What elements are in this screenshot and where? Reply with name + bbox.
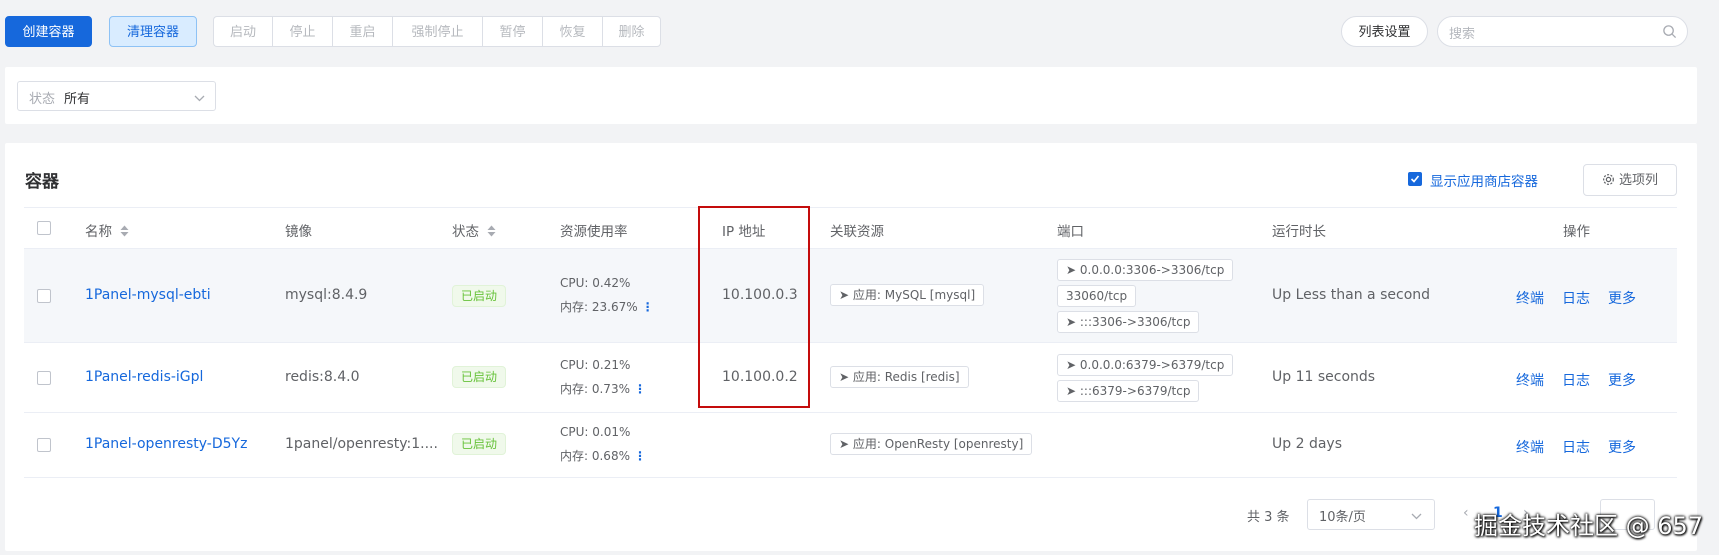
show-app-store-checkbox[interactable] xyxy=(1408,172,1422,186)
navigation-arrow-icon: ➤ xyxy=(1066,263,1077,277)
chevron-down-icon xyxy=(1411,509,1422,524)
navigation-arrow-icon: ➤ xyxy=(839,437,850,451)
row-checkbox[interactable] xyxy=(37,289,51,303)
chevron-down-icon xyxy=(194,91,205,106)
select-all-checkbox[interactable] xyxy=(37,221,51,235)
prune-containers-button[interactable]: 清理容器 xyxy=(109,16,197,47)
kill-button[interactable]: 强制停止 xyxy=(392,16,482,47)
page-size-value: 10条/页 xyxy=(1319,510,1366,525)
watermark: 掘金技术社区 @ 657 xyxy=(1474,512,1704,540)
uptime: Up 11 seconds xyxy=(1272,369,1376,385)
port-tag[interactable]: ➤ 0.0.0.0:6379->6379/tcp xyxy=(1057,354,1234,376)
column-settings-button[interactable]: 列表设置 xyxy=(1341,16,1428,47)
sort-icon[interactable] xyxy=(487,225,496,241)
container-image: 1panel/openresty:1.... xyxy=(285,436,438,452)
search-placeholder: 搜索 xyxy=(1449,27,1476,42)
th-resource: 资源使用率 xyxy=(560,224,628,240)
more-link[interactable]: 更多 xyxy=(1608,288,1636,308)
status-badge[interactable]: 已启动 xyxy=(452,366,507,388)
panel-title: 容器 xyxy=(25,172,59,192)
row-checkbox[interactable] xyxy=(37,371,51,385)
show-app-store-label[interactable]: 显示应用商店容器 xyxy=(1430,170,1538,190)
navigation-arrow-icon: ➤ xyxy=(1066,358,1077,372)
filter-card xyxy=(5,67,1697,124)
stop-button[interactable]: 停止 xyxy=(272,16,332,47)
mem-usage: 内存: 0.68% ⋮ xyxy=(560,449,646,463)
uptime: Up Less than a second xyxy=(1272,287,1431,303)
port-tag[interactable]: ➤ :::3306->3306/tcp xyxy=(1057,311,1200,333)
delete-button[interactable]: 删除 xyxy=(602,16,661,47)
mem-usage: 内存: 23.67% ⋮ xyxy=(560,300,654,314)
container-name-link[interactable]: 1Panel-openresty-D5Yz xyxy=(85,436,247,452)
ip-column-highlight-box xyxy=(698,206,810,408)
select-columns-button[interactable]: 选项列 xyxy=(1583,164,1677,196)
search-input[interactable]: 搜索 xyxy=(1437,16,1688,47)
page-size-select[interactable]: 10条/页 xyxy=(1307,499,1435,530)
more-vertical-icon[interactable]: ⋮ xyxy=(634,449,646,463)
related-resource-tag[interactable]: ➤ 应用: OpenResty [openresty] xyxy=(830,433,1033,455)
related-resource-tag[interactable]: ➤ 应用: MySQL [mysql] xyxy=(830,284,985,306)
navigation-arrow-icon: ➤ xyxy=(839,370,850,384)
th-ports: 端口 xyxy=(1057,224,1084,240)
logs-link[interactable]: 日志 xyxy=(1562,437,1590,457)
terminal-link[interactable]: 终端 xyxy=(1516,370,1544,390)
table-header-top-divider xyxy=(24,207,1677,208)
restart-button[interactable]: 重启 xyxy=(332,16,392,47)
th-related: 关联资源 xyxy=(830,224,884,240)
start-button[interactable]: 启动 xyxy=(213,16,272,47)
pagination-total: 共 3 条 xyxy=(1247,510,1290,525)
th-name[interactable]: 名称 xyxy=(85,220,129,241)
terminal-link[interactable]: 终端 xyxy=(1516,288,1544,308)
port-tag[interactable]: ➤ :::6379->6379/tcp xyxy=(1057,380,1200,402)
create-container-button[interactable]: 创建容器 xyxy=(5,16,92,47)
mem-usage: 内存: 0.73% ⋮ xyxy=(560,382,646,396)
navigation-arrow-icon: ➤ xyxy=(1066,384,1077,398)
navigation-arrow-icon: ➤ xyxy=(1066,315,1077,329)
more-vertical-icon[interactable]: ⋮ xyxy=(642,300,654,314)
logs-link[interactable]: 日志 xyxy=(1562,370,1590,390)
cpu-usage: CPU: 0.42% xyxy=(560,276,631,290)
status-badge[interactable]: 已启动 xyxy=(452,433,507,455)
container-image: redis:8.4.0 xyxy=(285,369,360,385)
navigation-arrow-icon: ➤ xyxy=(839,288,850,302)
status-badge[interactable]: 已启动 xyxy=(452,285,507,307)
select-columns-label: 选项列 xyxy=(1618,172,1658,187)
related-resource-tag[interactable]: ➤ 应用: Redis [redis] xyxy=(830,366,969,388)
cpu-usage: CPU: 0.21% xyxy=(560,358,631,372)
pause-button[interactable]: 暂停 xyxy=(482,16,542,47)
cpu-usage: CPU: 0.01% xyxy=(560,425,631,439)
th-state[interactable]: 状态 xyxy=(452,220,496,241)
port-tag[interactable]: ➤ 0.0.0.0:3306->3306/tcp xyxy=(1057,259,1234,281)
row-divider xyxy=(24,477,1677,478)
state-filter-select[interactable]: 状态 所有 xyxy=(17,81,216,111)
container-name-link[interactable]: 1Panel-mysql-ebti xyxy=(85,287,211,303)
more-vertical-icon[interactable]: ⋮ xyxy=(634,382,646,396)
more-link[interactable]: 更多 xyxy=(1608,370,1636,390)
logs-link[interactable]: 日志 xyxy=(1562,288,1590,308)
state-filter-value: 所有 xyxy=(64,92,91,107)
container-image: mysql:8.4.9 xyxy=(285,287,368,303)
row-checkbox[interactable] xyxy=(37,438,51,452)
th-actions: 操作 xyxy=(1563,224,1590,240)
container-name-link[interactable]: 1Panel-redis-iGpl xyxy=(85,369,203,385)
state-filter-label: 状态 xyxy=(29,92,56,107)
port-tag[interactable]: 33060/tcp xyxy=(1057,285,1137,307)
terminal-link[interactable]: 终端 xyxy=(1516,437,1544,457)
more-link[interactable]: 更多 xyxy=(1608,437,1636,457)
resume-button[interactable]: 恢复 xyxy=(542,16,602,47)
sort-icon[interactable] xyxy=(120,225,129,241)
th-uptime: 运行时长 xyxy=(1272,224,1326,240)
gear-icon xyxy=(1602,167,1615,196)
th-image: 镜像 xyxy=(285,224,312,240)
search-icon[interactable] xyxy=(1662,24,1677,43)
uptime: Up 2 days xyxy=(1272,436,1342,452)
prev-page-icon[interactable]: ‹ xyxy=(1463,505,1469,521)
